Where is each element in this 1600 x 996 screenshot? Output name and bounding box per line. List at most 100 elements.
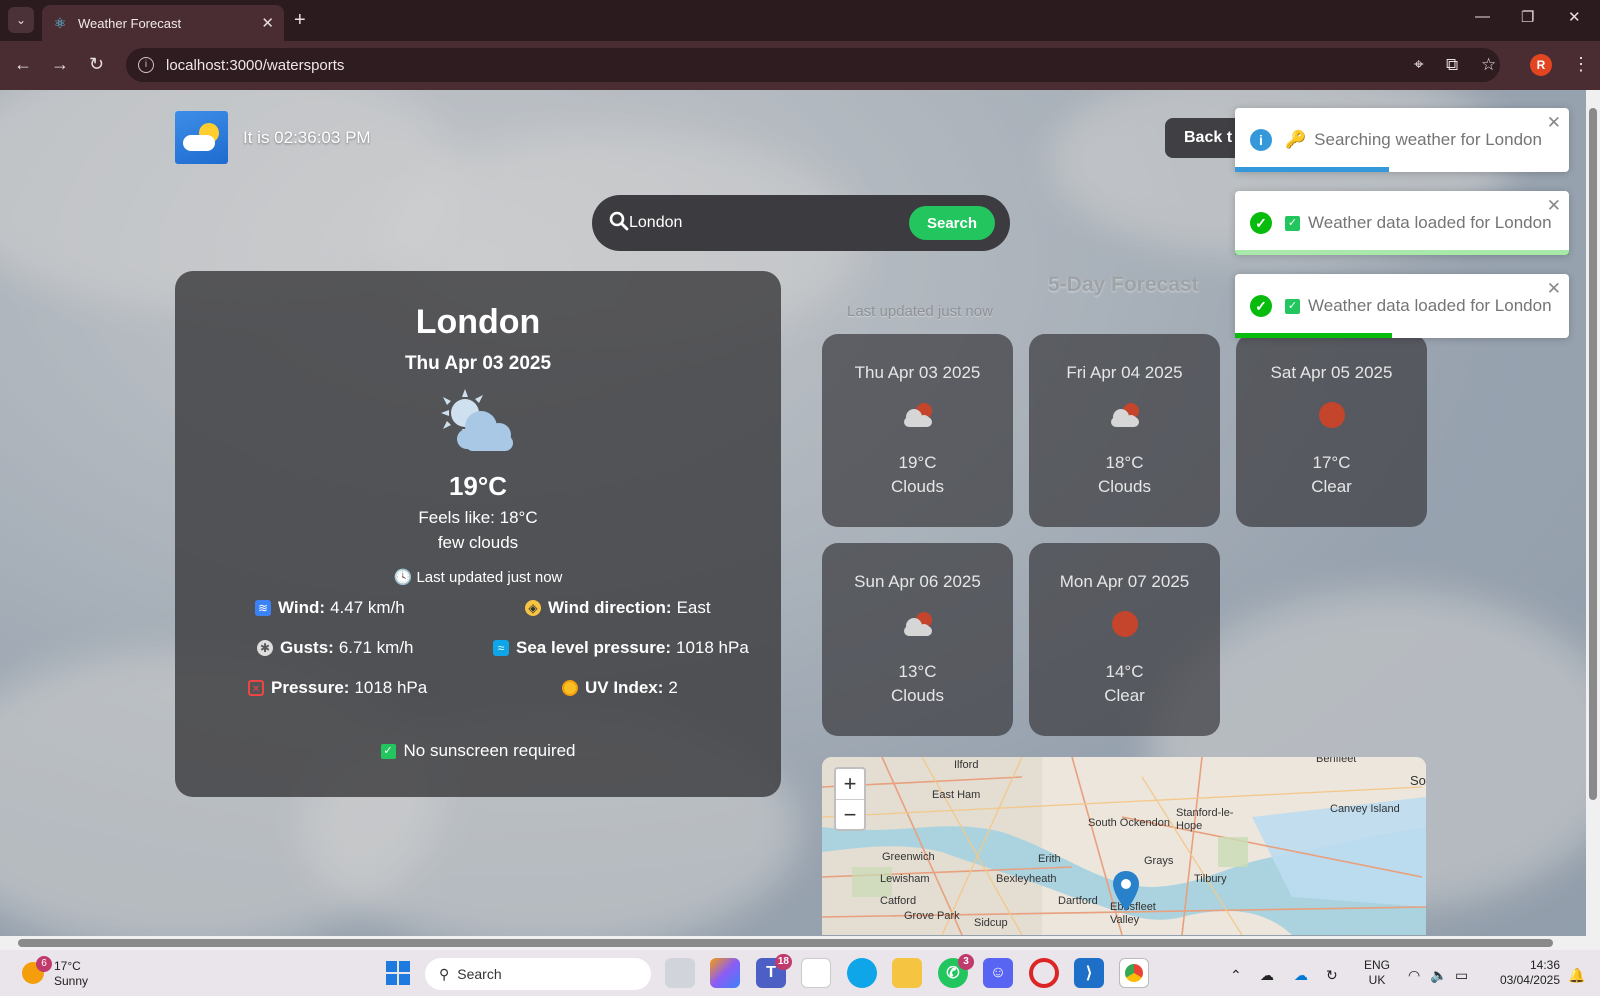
horizontal-scrollbar[interactable]: [0, 936, 1600, 950]
onedrive-icon[interactable]: ☁: [1260, 967, 1274, 984]
success-icon: ✓: [1250, 212, 1272, 234]
gusts-detail: ✱ Gusts: 6.71 km/h: [257, 638, 414, 658]
file-explorer-icon[interactable]: [892, 958, 922, 988]
onedrive-business-icon[interactable]: ☁: [1294, 967, 1308, 984]
toast-progress: [1235, 250, 1569, 255]
city-name: London: [415, 303, 541, 341]
map-label: Tilbury: [1194, 873, 1227, 885]
system-clock[interactable]: 14:36 03/04/2025: [1488, 958, 1560, 988]
search-button[interactable]: Search: [909, 206, 995, 240]
wind-icon: ≋: [255, 600, 271, 616]
close-window-icon[interactable]: ✕: [1568, 8, 1581, 26]
last-updated: 🕓 Last updated just now: [393, 569, 563, 586]
sync-icon[interactable]: ↻: [1326, 967, 1338, 984]
map-label: Catford: [880, 895, 917, 907]
clock-icon: 🕓: [393, 569, 417, 586]
sea-level-pressure-detail: ≈ Sea level pressure: 1018 hPa: [493, 638, 749, 658]
show-hidden-icons[interactable]: ⌃: [1230, 967, 1242, 984]
toast-message: ✓ Weather data loaded for London: [1285, 296, 1552, 316]
whatsapp-icon[interactable]: ✆ 3: [938, 954, 974, 988]
zoom-out-button[interactable]: −: [836, 799, 864, 829]
toast-close-icon[interactable]: ✕: [1547, 196, 1561, 216]
toast-close-icon[interactable]: ✕: [1547, 279, 1561, 299]
store-icon[interactable]: [801, 958, 831, 988]
pressure-icon: ✕: [248, 680, 264, 696]
opera-icon[interactable]: [1029, 958, 1059, 988]
key-icon: 🔑: [1285, 130, 1307, 149]
language-indicator[interactable]: ENG UK: [1364, 958, 1390, 988]
current-temperature: 19°C: [448, 471, 508, 501]
zoom-in-button[interactable]: +: [836, 769, 864, 799]
map-label: Lewisham: [880, 873, 930, 885]
toast-progress: [1235, 333, 1392, 338]
forecast-card: Fri Apr 04 2025 18°C Clouds: [1029, 334, 1220, 527]
map-label: Ilford: [954, 759, 979, 771]
map-zoom-control: + −: [834, 767, 866, 831]
reload-icon[interactable]: ↻: [89, 54, 104, 74]
info-icon: i: [1250, 129, 1272, 151]
current-weather-card: London Thu Apr 03 2025 19°C Feels like: …: [175, 271, 781, 797]
check-icon: ✓: [1285, 298, 1300, 314]
minimize-icon[interactable]: —: [1475, 8, 1490, 25]
restore-icon[interactable]: ❐: [1521, 8, 1534, 26]
teams-icon[interactable]: T 18: [756, 954, 792, 988]
volume-icon[interactable]: 🔈: [1430, 967, 1447, 984]
tab-search-button[interactable]: ⌄: [8, 7, 34, 33]
search-bar: Search: [592, 195, 1010, 251]
address-bar[interactable]: i localhost:3000/watersports: [126, 48, 1500, 82]
pressure-detail: ✕ Pressure: 1018 hPa: [248, 678, 427, 698]
browser-tab-active[interactable]: ⚛ Weather Forecast ✕: [42, 5, 284, 41]
wifi-icon[interactable]: ◠: [1408, 967, 1420, 984]
bookmark-star-icon[interactable]: ☆: [1481, 55, 1496, 75]
map-label: Grays: [1144, 855, 1174, 867]
chrome-icon[interactable]: [1119, 958, 1149, 988]
search-icon: [609, 211, 629, 231]
url-text: localhost:3000/watersports: [166, 56, 345, 74]
profile-avatar[interactable]: R: [1530, 54, 1552, 76]
edge-icon[interactable]: [847, 958, 877, 988]
react-favicon-icon: ⚛: [53, 15, 67, 31]
notifications-icon[interactable]: 🔔: [1568, 967, 1585, 984]
forecast-title: 5-Day Forecast: [1048, 273, 1199, 296]
install-app-icon[interactable]: ⧉: [1446, 55, 1458, 75]
gust-icon: ✱: [257, 640, 273, 656]
task-view-icon[interactable]: [665, 958, 695, 988]
toast-close-icon[interactable]: ✕: [1547, 113, 1561, 133]
menu-kebab-icon[interactable]: ⋮: [1572, 54, 1590, 75]
windows-start-icon[interactable]: [383, 958, 413, 988]
taskbar-search[interactable]: ⚲ Search: [425, 958, 651, 990]
forward-icon[interactable]: →: [51, 54, 69, 74]
tab-title: Weather Forecast: [78, 15, 182, 31]
map-marker-icon[interactable]: [1113, 871, 1139, 911]
back-icon[interactable]: ←: [14, 54, 32, 74]
battery-icon[interactable]: ▭: [1455, 967, 1468, 984]
weather-widget-icon[interactable]: 6: [22, 956, 52, 984]
current-date: Thu Apr 03 2025: [404, 353, 552, 374]
sun-icon: [562, 680, 578, 696]
toast-message: ✓ Weather data loaded for London: [1285, 213, 1552, 233]
wind-detail: ≋ Wind: 4.47 km/h: [255, 598, 405, 618]
toast-notification: i 🔑 Searching weather for London ✕: [1235, 108, 1569, 172]
site-info-icon[interactable]: i: [138, 57, 154, 73]
forecast-card: Thu Apr 03 2025 19°C Clouds: [822, 334, 1013, 527]
cloud-icon: [904, 403, 932, 427]
vertical-scrollbar[interactable]: [1586, 90, 1600, 936]
copilot-icon[interactable]: [710, 958, 740, 988]
cloud-icon: [904, 612, 932, 636]
search-input[interactable]: [629, 207, 889, 239]
feels-like: Feels like: 18°C: [418, 508, 538, 527]
sun-icon: [1319, 402, 1345, 428]
weather-widget[interactable]: 17°C Sunny: [54, 959, 88, 989]
forecast-last-updated: Last updated just now: [847, 303, 993, 320]
toast-message: 🔑 Searching weather for London: [1285, 130, 1542, 149]
location-icon[interactable]: ⌖: [1414, 55, 1424, 75]
tab-close-icon[interactable]: ✕: [261, 14, 274, 32]
discord-icon[interactable]: ☺: [983, 958, 1013, 988]
map-label: Stanford-le-Hope: [1176, 807, 1234, 832]
vscode-icon[interactable]: ⟩: [1074, 958, 1104, 988]
clock-text: It is 02:36:03 PM: [243, 128, 371, 147]
uv-index-detail: UV Index: 2: [562, 678, 678, 698]
map-label: So: [1410, 773, 1426, 788]
location-map[interactable]: + − Ilford East Ham Greenwich Lewisham C…: [822, 757, 1426, 935]
new-tab-button[interactable]: +: [294, 9, 306, 31]
